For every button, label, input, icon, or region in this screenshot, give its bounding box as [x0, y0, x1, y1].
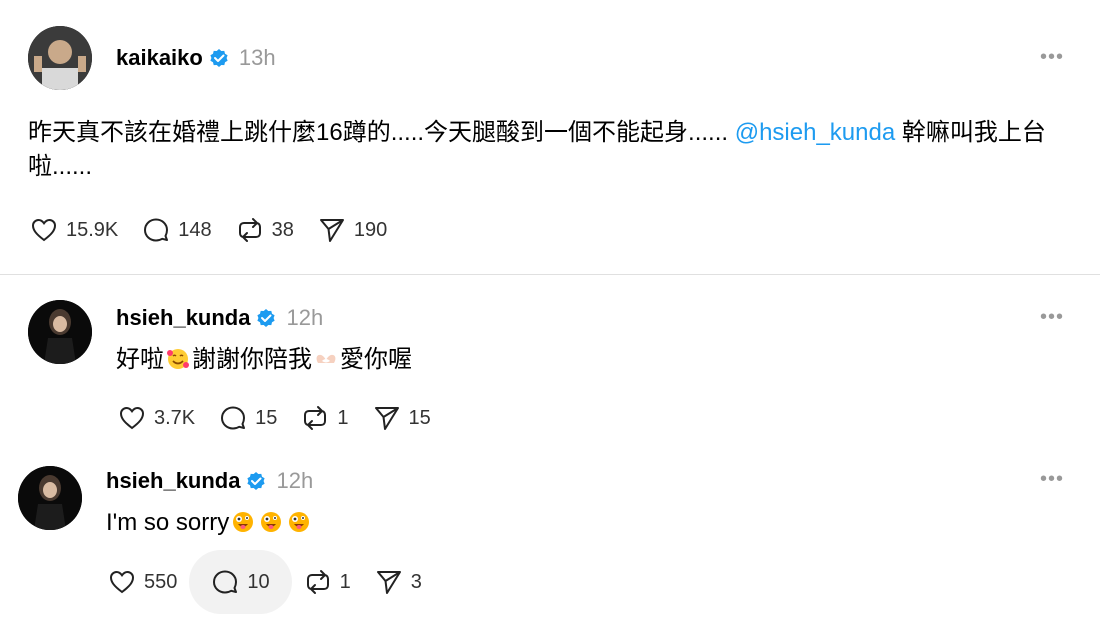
heart-hands-icon — [316, 354, 336, 363]
comment-count: 148 — [178, 218, 212, 241]
verified-badge-icon — [210, 49, 228, 67]
verified-badge-icon — [257, 309, 276, 327]
repost-button[interactable]: 38 — [224, 198, 306, 262]
comment-button[interactable]: 15 — [207, 386, 289, 450]
post-text: I'm so sorry — [106, 506, 313, 540]
repost-count: 1 — [339, 570, 351, 593]
post-text: 昨天真不該在婚禮上跳什麼16蹲的.....今天腿酸到一個不能起身...... @… — [28, 116, 1078, 184]
divider — [0, 274, 1100, 275]
username[interactable]: kaikaiko — [116, 45, 203, 71]
like-button[interactable]: 3.7K — [106, 386, 207, 450]
more-dots-icon[interactable]: ••• — [1040, 307, 1064, 336]
timestamp: 12h — [286, 305, 324, 330]
avatar-image — [28, 26, 92, 90]
heart-icon — [31, 218, 57, 242]
repost-icon — [238, 218, 261, 242]
username[interactable]: hsieh_kunda — [116, 305, 250, 331]
action-bar: 550 10 1 3 — [96, 550, 434, 614]
avatar[interactable] — [28, 300, 92, 364]
username[interactable]: hsieh_kunda — [106, 468, 240, 494]
post-text-part: 謝謝你陪我 — [192, 346, 312, 373]
post-text-part: I'm so sorry — [106, 509, 230, 536]
comment-button[interactable]: 10 — [189, 550, 292, 614]
like-count: 15.9K — [66, 218, 119, 241]
avatar[interactable] — [28, 26, 92, 90]
share-button[interactable]: 15 — [361, 386, 443, 450]
avatar[interactable] — [18, 466, 82, 530]
repost-icon — [304, 406, 327, 430]
action-bar: 15.9K 148 38 190 — [18, 198, 399, 262]
mention-link[interactable]: @hsieh_kunda — [735, 119, 895, 146]
send-icon — [374, 407, 399, 430]
repost-button[interactable]: 1 — [289, 386, 360, 450]
repost-icon — [306, 570, 329, 594]
comment-bubble-icon — [213, 570, 238, 594]
heart-icon — [119, 406, 145, 430]
smiling-face-with-hearts-icon — [167, 349, 189, 369]
share-button[interactable]: 3 — [363, 550, 434, 614]
post-text-part: 愛你喔 — [340, 346, 412, 373]
like-count: 3.7K — [154, 406, 196, 429]
like-button[interactable]: 15.9K — [18, 198, 130, 262]
repost-count: 1 — [337, 406, 349, 429]
comment-button[interactable]: 148 — [130, 198, 223, 262]
comment-bubble-icon — [144, 218, 169, 242]
avatar-image — [18, 466, 82, 530]
share-count: 15 — [408, 406, 431, 429]
repost-count: 38 — [271, 218, 294, 241]
zany-face-icon — [233, 512, 254, 532]
comment-count: 15 — [255, 406, 278, 429]
post-header: hsieh_kunda 12h — [106, 466, 313, 496]
comment-bubble-icon — [221, 406, 246, 430]
like-count: 550 — [144, 570, 178, 593]
post-text: 好啦 謝謝你陪我 愛你喔 — [116, 343, 412, 377]
share-button[interactable]: 190 — [306, 198, 399, 262]
like-button[interactable]: 550 — [96, 550, 189, 614]
post-text-part: 好啦 — [116, 346, 164, 373]
zany-face-icon — [261, 512, 282, 532]
post-header: kaikaiko 13h — [116, 43, 276, 73]
timestamp: 12h — [276, 468, 314, 493]
comment-count: 10 — [247, 570, 270, 593]
share-count: 190 — [353, 218, 388, 241]
avatar-image — [28, 300, 92, 364]
more-dots-icon[interactable]: ••• — [1040, 47, 1064, 76]
timestamp: 13h — [238, 45, 276, 70]
post-header: hsieh_kunda 12h — [116, 303, 323, 333]
zany-face-icon — [289, 512, 310, 532]
more-dots-icon[interactable]: ••• — [1040, 469, 1064, 498]
send-icon — [319, 219, 344, 242]
heart-icon — [109, 570, 135, 594]
send-icon — [376, 571, 401, 594]
post-text-part: 昨天真不該在婚禮上跳什麼16蹲的.....今天腿酸到一個不能起身...... — [28, 119, 729, 146]
action-bar: 3.7K 15 1 15 — [106, 386, 443, 450]
repost-button[interactable]: 1 — [292, 550, 363, 614]
share-count: 3 — [410, 570, 422, 593]
verified-badge-icon — [247, 472, 266, 490]
